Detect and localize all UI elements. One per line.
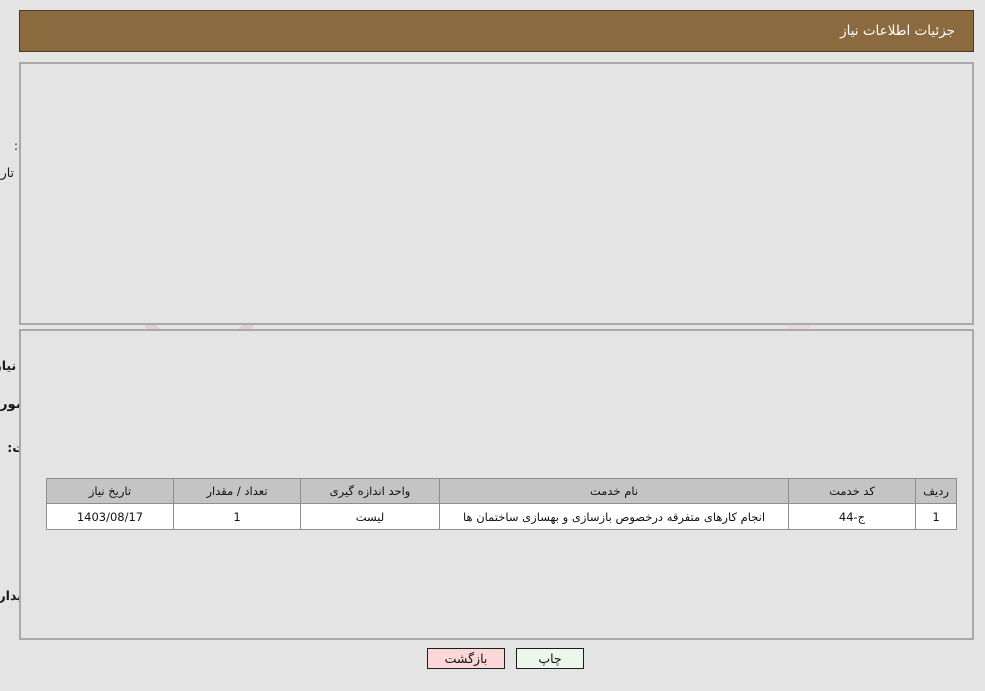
page-header: جزئیات اطلاعات نیاز bbox=[20, 10, 975, 52]
cell-service-code: ج-44 bbox=[789, 503, 917, 530]
th-service-code: کد خدمت bbox=[789, 478, 917, 504]
th-quantity: تعداد / مقدار bbox=[174, 478, 302, 504]
cell-need-date: 1403/08/17 bbox=[47, 503, 175, 530]
page-title: جزئیات اطلاعات نیاز bbox=[841, 23, 956, 39]
page-root: AriaTender.net جزئیات اطلاعات نیاز شماره… bbox=[0, 0, 985, 691]
cell-unit: لیست bbox=[301, 503, 441, 530]
cell-row-no: 1 bbox=[916, 503, 958, 530]
need-summary-panel bbox=[20, 62, 975, 325]
th-unit: واحد اندازه گیری bbox=[301, 478, 441, 504]
cell-service-name: انجام کارهای متفرقه درخصوص بازسازی و بهس… bbox=[440, 503, 790, 530]
table-row[interactable]: 1 ج-44 انجام کارهای متفرقه درخصوص بازساز… bbox=[47, 503, 958, 530]
th-row-no: ردیف bbox=[916, 478, 958, 504]
print-button[interactable]: چاپ bbox=[517, 648, 585, 669]
services-table: ردیف کد خدمت نام خدمت واحد اندازه گیری ت… bbox=[47, 478, 958, 530]
th-service-name: نام خدمت bbox=[440, 478, 790, 504]
cell-quantity: 1 bbox=[174, 503, 302, 530]
table-header-row: ردیف کد خدمت نام خدمت واحد اندازه گیری ت… bbox=[47, 478, 958, 504]
th-need-date: تاریخ نیاز bbox=[47, 478, 175, 504]
back-button[interactable]: بازگشت bbox=[428, 648, 506, 669]
